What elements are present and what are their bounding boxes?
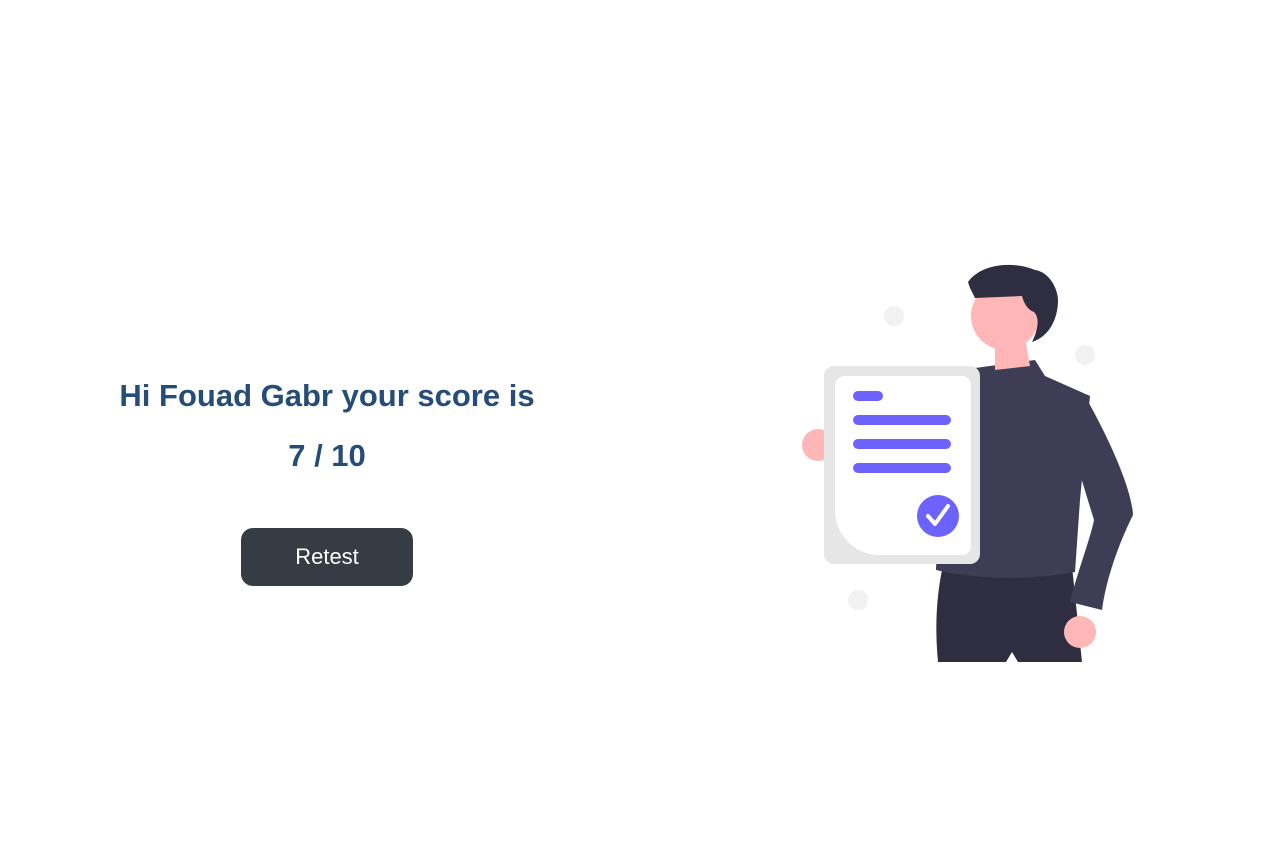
background-dot bbox=[884, 306, 904, 326]
result-panel: Hi Fouad Gabr your score is 7 / 10 Retes… bbox=[77, 366, 577, 586]
check-circle-icon bbox=[917, 495, 959, 537]
background-dot bbox=[848, 590, 868, 610]
document-line bbox=[853, 439, 951, 449]
pants bbox=[936, 566, 1082, 662]
right-hand bbox=[1064, 616, 1096, 648]
score-text: 7 / 10 bbox=[288, 438, 366, 473]
document-line bbox=[853, 415, 951, 425]
person-holding-document-illustration bbox=[802, 264, 1133, 662]
document-line bbox=[853, 391, 883, 401]
document-line bbox=[853, 463, 951, 473]
greeting-heading: Hi Fouad Gabr your score is bbox=[119, 378, 535, 413]
retest-button[interactable]: Retest bbox=[241, 528, 413, 586]
background-dot bbox=[1075, 345, 1095, 365]
quiz-result-page: Hi Fouad Gabr your score is 7 / 10 Retes… bbox=[0, 0, 1280, 842]
